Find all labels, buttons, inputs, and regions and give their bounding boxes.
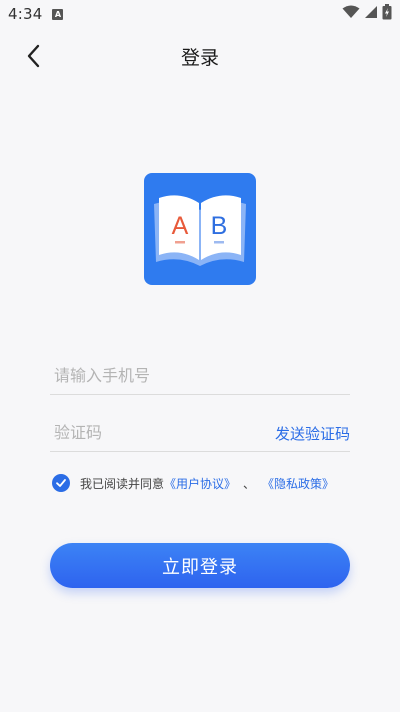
wifi-icon	[342, 5, 360, 18]
logo-letter-b: B	[211, 212, 228, 240]
notification-badge: A	[52, 8, 64, 20]
code-input[interactable]	[54, 418, 254, 446]
privacy-policy-link[interactable]: 《隐私政策》	[262, 475, 334, 492]
check-icon	[56, 479, 66, 487]
phone-input[interactable]	[54, 361, 254, 389]
phone-field	[50, 355, 350, 395]
page-title: 登录	[180, 47, 219, 69]
agreement-row: 我已阅读并同意 《用户协议》 、 《隐私政策》	[52, 472, 362, 494]
app-logo: A B	[144, 173, 256, 285]
agree-checkbox[interactable]	[52, 474, 70, 492]
status-time: 4:34	[8, 5, 43, 23]
agreement-text: 我已阅读并同意	[80, 476, 165, 491]
agreement-separator: 、	[243, 476, 256, 491]
login-button[interactable]: 立即登录	[50, 543, 350, 588]
user-agreement-link[interactable]: 《用户协议》	[164, 475, 236, 492]
status-bar: 4:34 A	[0, 0, 400, 28]
send-code-button[interactable]: 发送验证码	[275, 423, 350, 444]
logo-letter-a: A	[172, 212, 189, 240]
code-field: 发送验证码	[50, 412, 350, 452]
battery-icon	[382, 4, 392, 20]
book-icon: A B	[154, 195, 246, 266]
status-icons	[342, 4, 392, 20]
signal-icon	[365, 6, 377, 18]
nav-bar: 登录	[0, 32, 400, 78]
